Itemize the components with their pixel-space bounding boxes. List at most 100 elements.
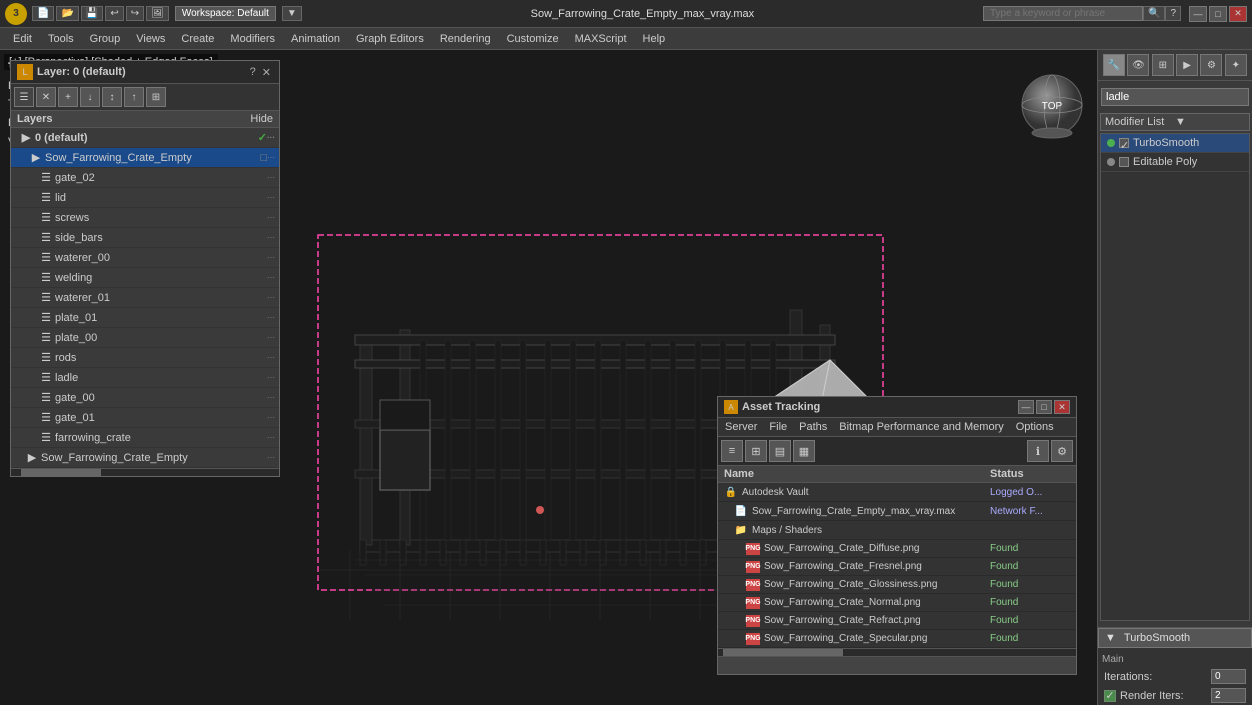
list-item[interactable]: ☰ plate_00 ···	[11, 328, 279, 348]
list-item[interactable]: ☰ waterer_00 ···	[11, 248, 279, 268]
modify-icon[interactable]: 🔧	[1103, 54, 1125, 76]
list-item[interactable]: ▶ Sow_Farrowing_Crate_Empty ···	[11, 448, 279, 468]
layers-scrollbar-thumb[interactable]	[21, 469, 101, 477]
asset-tb-settings[interactable]: ⚙	[1051, 440, 1073, 462]
display-icon[interactable]: 👁	[1127, 54, 1149, 76]
list-item[interactable]: PNG Sow_Farrowing_Crate_Fresnel.png Foun…	[718, 558, 1076, 576]
save-button[interactable]: 💾	[81, 6, 103, 21]
list-item[interactable]: PNG Sow_Farrowing_Crate_Diffuse.png Foun…	[718, 540, 1076, 558]
list-item[interactable]: ☰ side_bars ···	[11, 228, 279, 248]
menu-group[interactable]: Group	[82, 31, 129, 47]
list-item[interactable]: ☰ welding ···	[11, 268, 279, 288]
asset-tb-btn2[interactable]: ⊞	[745, 440, 767, 462]
motion-icon[interactable]: ▶	[1176, 54, 1198, 76]
row-handle: ···	[267, 393, 275, 402]
modifier-visibility-checkbox[interactable]: ✓	[1119, 138, 1129, 148]
asset-scrollbar[interactable]	[718, 648, 1076, 656]
list-item[interactable]: PNG Sow_Farrowing_Crate_Refract.png Foun…	[718, 612, 1076, 630]
extra-icon[interactable]: ✦	[1225, 54, 1247, 76]
search-input[interactable]	[983, 6, 1143, 21]
iterations-input[interactable]	[1211, 669, 1246, 684]
asset-menu-bitmap[interactable]: Bitmap Performance and Memory	[836, 420, 1006, 434]
asset-tb-btn1[interactable]: ≡	[721, 440, 743, 462]
list-item[interactable]: ☰ plate_01 ···	[11, 308, 279, 328]
search-button[interactable]: 🔍	[1143, 6, 1165, 21]
render-iters-input[interactable]	[1211, 688, 1246, 703]
list-item[interactable]: ☰ rods ···	[11, 348, 279, 368]
redo-button[interactable]: ↪	[126, 6, 144, 21]
menu-animation[interactable]: Animation	[283, 31, 348, 47]
list-item[interactable]: PNG Sow_Farrowing_Crate_Normal.png Found	[718, 594, 1076, 612]
menu-maxscript[interactable]: MAXScript	[567, 31, 635, 47]
list-item[interactable]: ☰ gate_00 ···	[11, 388, 279, 408]
layers-help-button[interactable]: ?	[248, 66, 258, 79]
new-button[interactable]: 📄	[32, 6, 54, 21]
layers-tb-btn6[interactable]: ↑	[124, 87, 144, 107]
menu-create[interactable]: Create	[173, 31, 222, 47]
asset-menu-paths[interactable]: Paths	[796, 420, 830, 434]
minimize-button[interactable]: —	[1189, 6, 1207, 22]
undo-button[interactable]: ↩	[105, 6, 123, 21]
menu-views[interactable]: Views	[128, 31, 173, 47]
turbosmoooth-header[interactable]: ▼ TurboSmooth	[1098, 628, 1252, 648]
asset-maximize-button[interactable]: □	[1036, 400, 1052, 414]
workspace-selector[interactable]: Workspace: Default	[175, 6, 276, 21]
utilities-icon[interactable]: ⚙	[1200, 54, 1222, 76]
menu-customize[interactable]: Customize	[499, 31, 567, 47]
list-item[interactable]: ☰ waterer_01 ···	[11, 288, 279, 308]
modifier-turbosmoooth[interactable]: ✓ TurboSmooth	[1101, 134, 1249, 153]
asset-menu-server[interactable]: Server	[722, 420, 760, 434]
object-name-field[interactable]	[1101, 88, 1249, 106]
list-item[interactable]: ☰ ladle ···	[11, 368, 279, 388]
list-item[interactable]: PNG Sow_Farrowing_Crate_Specular.png Fou…	[718, 630, 1076, 648]
modifier-checkbox[interactable]	[1119, 157, 1129, 167]
layers-tb-btn5[interactable]: ↕	[102, 87, 122, 107]
layers-tb-delete[interactable]: ✕	[36, 87, 56, 107]
menu-rendering[interactable]: Rendering	[432, 31, 499, 47]
menu-graph-editors[interactable]: Graph Editors	[348, 31, 432, 47]
layers-tb-add[interactable]: +	[58, 87, 78, 107]
modifier-editable-poly[interactable]: Editable Poly	[1101, 153, 1249, 172]
list-item[interactable]: 📁 Maps / Shaders	[718, 521, 1076, 540]
list-item[interactable]: ☰ screws ···	[11, 208, 279, 228]
viewport[interactable]: [+] [Perspective] [Shaded + Edged Faces]…	[0, 50, 1097, 705]
workspace-dropdown[interactable]: ▼	[282, 6, 302, 21]
asset-menu-file[interactable]: File	[766, 420, 790, 434]
list-item[interactable]: 📄 Sow_Farrowing_Crate_Empty_max_vray.max…	[718, 502, 1076, 521]
asset-tb-info[interactable]: ℹ	[1027, 440, 1049, 462]
asset-panel-icon: A	[724, 400, 738, 414]
list-item[interactable]: ▶ 0 (default) ✓ ···	[11, 128, 279, 148]
modifier-list-dropdown[interactable]: Modifier List ▼	[1100, 113, 1250, 131]
list-item[interactable]: ☰ farrowing_crate ···	[11, 428, 279, 448]
menu-edit[interactable]: Edit	[5, 31, 40, 47]
layers-tb-icon1[interactable]: ☰	[14, 87, 34, 107]
layers-close-button[interactable]: ✕	[260, 66, 273, 79]
list-item[interactable]: ☰ gate_01 ···	[11, 408, 279, 428]
maximize-button[interactable]: □	[1209, 6, 1227, 22]
list-item[interactable]: ▶ Sow_Farrowing_Crate_Empty □ ···	[11, 148, 279, 168]
render-iters-checkbox[interactable]: ✓	[1104, 690, 1116, 702]
list-item[interactable]: ☰ gate_02 ···	[11, 168, 279, 188]
asset-path-input[interactable]	[718, 656, 1076, 674]
list-item[interactable]: ☰ lid ···	[11, 188, 279, 208]
asset-status: Found	[990, 597, 1070, 608]
asset-tb-btn4[interactable]: ▦	[793, 440, 815, 462]
menu-tools[interactable]: Tools	[40, 31, 82, 47]
render-button[interactable]: 🖼	[146, 6, 169, 21]
layers-tb-btn4[interactable]: ↓	[80, 87, 100, 107]
asset-menu-options[interactable]: Options	[1013, 420, 1057, 434]
layers-tb-btn7[interactable]: ⊞	[146, 87, 166, 107]
menu-help[interactable]: Help	[635, 31, 674, 47]
list-item[interactable]: 🔒 Autodesk Vault Logged O...	[718, 483, 1076, 502]
viewport-navigation-sphere[interactable]: TOP	[1017, 70, 1087, 140]
menu-modifiers[interactable]: Modifiers	[222, 31, 283, 47]
hierarchy-icon[interactable]: ⊞	[1152, 54, 1174, 76]
asset-close-button[interactable]: ✕	[1054, 400, 1070, 414]
close-button[interactable]: ✕	[1229, 6, 1247, 22]
open-button[interactable]: 📂	[56, 6, 78, 21]
asset-minimize-button[interactable]: —	[1018, 400, 1034, 414]
layers-scrollbar[interactable]	[11, 468, 279, 476]
asset-tb-btn3[interactable]: ▤	[769, 440, 791, 462]
list-item[interactable]: PNG Sow_Farrowing_Crate_Glossiness.png F…	[718, 576, 1076, 594]
help-button[interactable]: ?	[1165, 6, 1181, 21]
